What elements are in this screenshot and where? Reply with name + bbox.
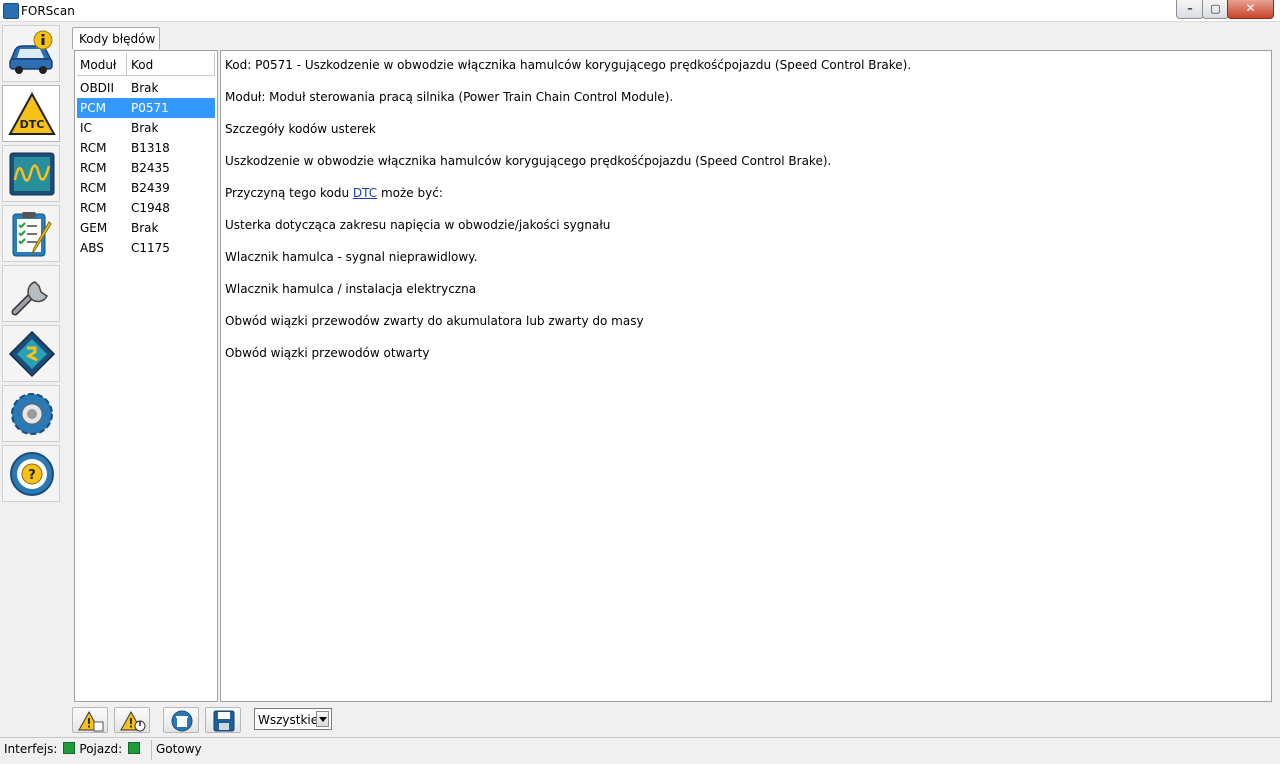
read-dtc-ignition-button[interactable] [114,707,150,733]
status-text: Gotowy [156,742,202,756]
table-row[interactable]: GEM Brak [77,218,215,238]
status-bar: Interfejs: Pojazd: Gotowy [0,737,1280,764]
minimize-icon: – [1187,2,1193,15]
car-info-icon [9,30,53,74]
settings-gear-icon [11,393,53,435]
read-dtc-button[interactable] [72,707,108,733]
sidebar: DTC ? [0,23,62,503]
close-icon: ✕ [1245,1,1256,15]
dtc-warning-icon: DTC [8,91,56,135]
maximize-button[interactable]: ▢ [1202,0,1229,19]
interface-status-led-icon [63,742,76,754]
sidebar-configuration-button[interactable] [2,325,60,382]
save-icon [213,710,235,732]
dtc-details-panel: Kod: P0571 - Uszkodzenie w obwodzie włąc… [220,50,1272,702]
tab-dtc-codes[interactable]: Kody błędów [72,27,160,49]
dtc-filter-value: Wszystkie [258,713,319,727]
dtc-list-header: Moduł Kod [77,53,215,76]
dtc-code-line: Kod: P0571 - Uszkodzenie w obwodzie włąc… [225,58,912,72]
table-row[interactable]: ABS C1175 [77,238,215,258]
dtc-cause-item: Wlacznik hamulca / instalacja elektryczn… [225,282,477,296]
dtc-help-link[interactable]: DTC [353,186,377,200]
sidebar-oscilloscope-button[interactable] [2,145,60,202]
table-row[interactable]: RCM B1318 [77,138,215,158]
table-row[interactable]: IC Brak [77,118,215,138]
forscan-app-icon [3,3,19,19]
dtc-cause-item: Usterka dotycząca zakresu napięcia w obw… [225,218,611,232]
read-dtc-ignition-icon [120,710,146,732]
column-header-code[interactable]: Kod [127,53,215,75]
clear-dtc-button[interactable] [163,707,199,733]
help-steering-wheel-icon: ? [10,452,54,496]
sidebar-help-button[interactable]: ? [2,445,60,502]
dtc-details-heading: Szczegóły kodów usterek [225,122,376,136]
maximize-icon: ▢ [1210,2,1221,15]
tab-label: Kody błędów [79,32,156,46]
vehicle-status-led-icon [128,742,141,754]
window-title: FORScan [21,4,75,18]
table-row[interactable]: RCM B2439 [77,178,215,198]
help-icon-label: ? [28,468,36,483]
status-interface: Interfejs: Pojazd: [4,742,144,756]
sidebar-settings-button[interactable] [2,385,60,442]
sidebar-dtc-button[interactable]: DTC [2,85,60,142]
dtc-cause-item: Obwód wiązki przewodów otwarty [225,346,430,360]
wrench-icon [11,281,48,316]
column-header-module[interactable]: Moduł [77,53,127,75]
checklist-icon [12,212,52,257]
save-button[interactable] [205,707,241,733]
dtc-list[interactable]: Moduł Kod OBDII Brak PCM P0571 IC Brak RCM B… [74,50,218,702]
oscilloscope-icon [9,152,55,196]
minimize-button[interactable]: – [1176,0,1204,19]
chevron-down-icon[interactable] [316,711,329,727]
table-row[interactable]: RCM C1948 [77,198,215,218]
clear-dtc-icon [171,710,193,732]
sidebar-tests-button[interactable] [2,205,60,262]
dtc-filter-select[interactable]: Wszystkie [254,708,332,730]
table-row[interactable]: RCM B2435 [77,158,215,178]
dtc-cause-item: Wlacznik hamulca - sygnal nieprawidlowy. [225,250,478,264]
close-button[interactable]: ✕ [1227,0,1274,19]
sidebar-vehicle-info-button[interactable] [2,25,60,82]
table-row-selected[interactable]: PCM P0571 [77,98,215,118]
table-row[interactable]: OBDII Brak [77,78,215,98]
dtc-cause-intro: Przyczyną tego kodu DTC może być: [225,186,443,200]
dtc-cause-item: Obwód wiązki przewodów zwarty do akumula… [225,314,644,328]
dtc-description-line: Uszkodzenie w obwodzie włącznika hamulcó… [225,154,832,168]
status-divider [151,740,152,760]
read-dtc-icon [78,710,104,732]
dtc-module-line: Moduł: Moduł sterowania pracą silnika (P… [225,90,674,104]
dtc-icon-label: DTC [20,118,45,131]
title-bar: FORScan – ▢ ✕ [0,0,1280,22]
chip-icon [8,330,56,378]
sidebar-service-button[interactable] [2,265,60,322]
